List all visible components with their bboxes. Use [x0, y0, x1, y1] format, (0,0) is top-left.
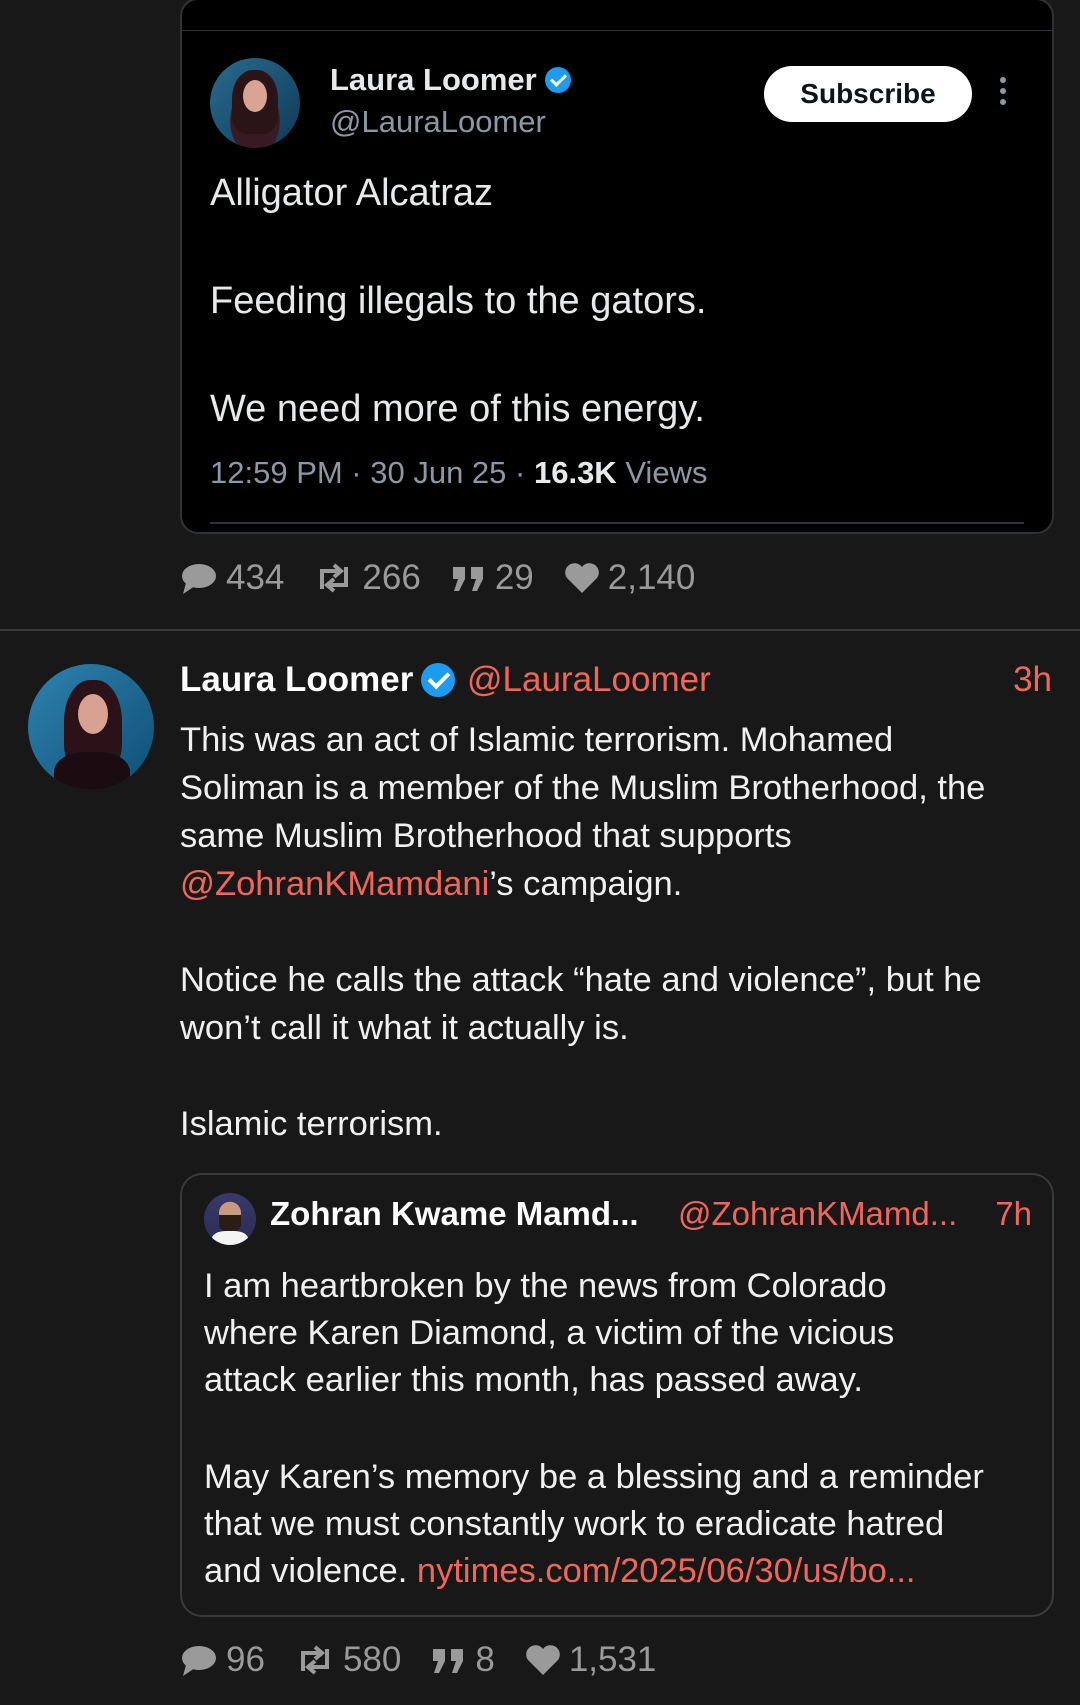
avatar-shirt [212, 1231, 248, 1245]
tweet-timestamp: 12:59 PM · 30 Jun 25 · [210, 455, 534, 490]
heart-icon [526, 1645, 560, 1675]
verified-badge-icon [544, 67, 571, 93]
subscribe-button[interactable]: Subscribe [764, 66, 972, 122]
quoted-text-line: where Karen Diamond, a victim of the vic… [204, 1314, 895, 1352]
post-text-line: same Muslim Brotherhood that supports [180, 817, 792, 855]
quoted-text-line: and violence. nytimes.com/2025/06/30/us/… [204, 1548, 1034, 1595]
tweet-text-line: Alligator Alcatraz [210, 172, 494, 214]
repost-button[interactable]: 266 [314, 558, 421, 598]
quote-count: 8 [475, 1640, 495, 1679]
quote-count: 29 [494, 558, 534, 597]
reply-icon [182, 1646, 216, 1676]
post-text: Notice he calls the attack “hate and vio… [180, 956, 1050, 1052]
like-button[interactable]: 1,531 [525, 1640, 657, 1680]
quoted-text-line: attack earlier this month, has passed aw… [204, 1361, 864, 1399]
reply-button[interactable]: 96 [180, 1640, 265, 1680]
heart-icon [564, 563, 599, 593]
post-text-line: Islamic terrorism. [180, 1105, 443, 1143]
author-handle[interactable]: @LauraLoomer [330, 104, 546, 140]
more-options-icon[interactable] [997, 72, 1009, 116]
post-text-line: @ZohranKMamdani’s campaign. [180, 860, 1050, 908]
quoted-text-line: May Karen’s memory be a blessing and a r… [204, 1458, 984, 1496]
divider [210, 522, 1024, 524]
reply-button[interactable]: 434 [180, 558, 284, 598]
avatar[interactable] [204, 1193, 256, 1245]
author-name[interactable]: Laura Loomer [330, 62, 571, 98]
embedded-tweet-card[interactable]: Laura Loomer @LauraLoomer Subscribe Alli… [180, 0, 1054, 534]
quoted-author-name[interactable]: Zohran Kwame Mamd... [270, 1195, 639, 1233]
mention-suffix: ’s campaign. [489, 865, 683, 903]
quoted-text: I am heartbroken by the news from Colora… [204, 1263, 1034, 1404]
repost-icon [300, 1645, 329, 1675]
quote-icon [452, 567, 483, 591]
post-text-line: Notice he calls the attack “hate and vio… [180, 961, 982, 999]
author-name-text: Laura Loomer [180, 660, 414, 699]
reply-count: 96 [226, 1640, 265, 1679]
tweet-text-line: We need more of this energy. [210, 388, 705, 430]
quote-button[interactable]: 8 [431, 1640, 495, 1680]
like-count: 2,140 [607, 558, 696, 597]
quoted-post-card[interactable]: Zohran Kwame Mamd... @ZohranKMamd... 7h … [180, 1173, 1054, 1617]
post-text: This was an act of Islamic terrorism. Mo… [180, 716, 1050, 908]
reply-count: 434 [226, 558, 285, 597]
avatar-body [54, 752, 130, 790]
views-count: 16.3K [533, 455, 617, 490]
post-text-line: Soliman is a member of the Muslim Brothe… [180, 769, 986, 807]
verified-badge-icon [421, 663, 456, 697]
quoted-text-fragment: and violence. [204, 1552, 417, 1590]
author-name[interactable]: Laura Loomer [180, 660, 456, 700]
post-stats-bar: 434 266 29 2,140 [180, 558, 725, 598]
avatar-face [243, 80, 267, 112]
quoted-author-handle[interactable]: @ZohranKMamd... [678, 1195, 957, 1233]
repost-button[interactable]: 580 [295, 1640, 401, 1680]
author-name-text: Laura Loomer [330, 62, 537, 97]
author-handle[interactable]: @LauraLoomer [467, 660, 711, 700]
divider [182, 30, 1052, 31]
tweet-text-line: Feeding illegals to the gators. [210, 280, 707, 322]
repost-icon [320, 563, 349, 593]
post-text-line: This was an act of Islamic terrorism. Mo… [180, 721, 894, 759]
quoted-text-line: that we must constantly work to eradicat… [204, 1505, 945, 1543]
post-timestamp[interactable]: 3h [1013, 660, 1052, 700]
post-stats-bar: 96 580 8 1,531 [180, 1640, 686, 1680]
quoted-text-line: I am heartbroken by the news from Colora… [204, 1267, 887, 1305]
repost-count: 266 [362, 558, 421, 597]
post-text-line: won’t call it what it actually is. [180, 1009, 629, 1047]
avatar[interactable] [210, 58, 300, 148]
like-count: 1,531 [568, 1640, 657, 1679]
repost-count: 580 [342, 1640, 402, 1679]
quoted-text: May Karen’s memory be a blessing and a r… [204, 1454, 1034, 1595]
post-divider [0, 629, 1080, 631]
tweet-meta: 12:59 PM · 30 Jun 25 · 16.3K Views [210, 455, 707, 491]
like-button[interactable]: 2,140 [564, 558, 696, 598]
views-label: Views [616, 455, 708, 490]
quoted-timestamp[interactable]: 7h [995, 1195, 1032, 1233]
avatar[interactable] [28, 664, 154, 790]
article-link[interactable]: nytimes.com/2025/06/30/us/bo... [417, 1552, 916, 1590]
reply-icon [182, 564, 216, 594]
quote-icon [433, 1649, 464, 1673]
quote-button[interactable]: 29 [451, 558, 534, 598]
mention-link[interactable]: @ZohranKMamdani [180, 865, 489, 903]
avatar-face [78, 694, 108, 734]
